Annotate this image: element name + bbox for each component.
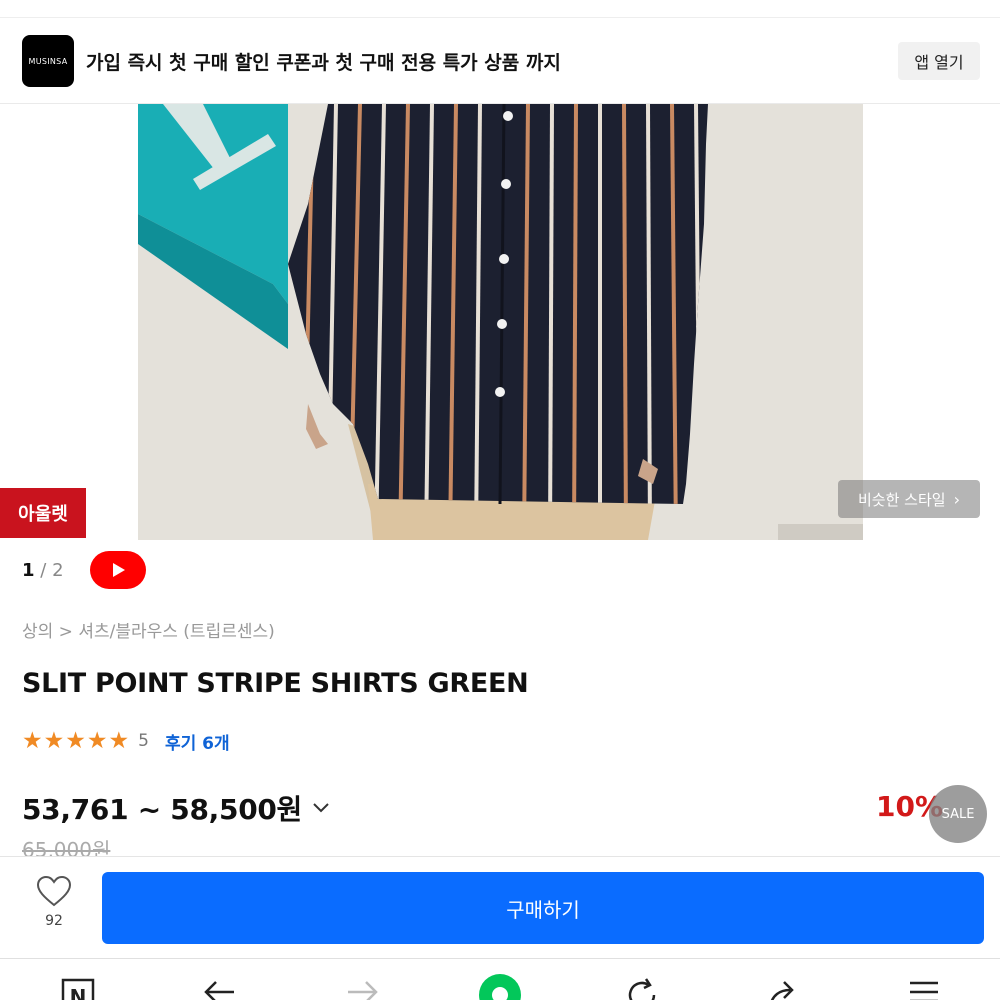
star-rating-icon: ★★★★★ — [22, 728, 131, 754]
heart-icon — [36, 875, 72, 907]
sale-floating-button[interactable]: SALE — [929, 785, 987, 843]
purchase-button[interactable]: 구매하기 — [102, 872, 984, 944]
purchase-bar: 92 구매하기 — [0, 856, 1000, 960]
open-app-button[interactable]: 앱 열기 — [898, 42, 980, 80]
refresh-icon[interactable] — [620, 977, 664, 1000]
play-icon — [113, 563, 125, 577]
naver-n-icon[interactable]: N — [56, 977, 100, 1000]
category-breadcrumb[interactable]: 상의 > 셔츠/블라우스 (트립르센스) — [22, 617, 275, 642]
back-arrow-icon[interactable] — [198, 977, 242, 1000]
outlet-badge[interactable]: 아울렛 — [0, 488, 86, 538]
like-count: 92 — [45, 913, 63, 929]
youtube-play-button[interactable] — [90, 551, 146, 589]
similar-style-label: 비슷한 스타일 — [858, 490, 946, 509]
menu-icon[interactable] — [902, 977, 946, 1000]
rating-score: 5 — [138, 731, 149, 751]
browser-bottom-nav: N — [0, 958, 1000, 1000]
musinsa-logo[interactable]: MUSINSA — [22, 35, 74, 87]
pager-current: 1 — [22, 560, 35, 581]
browser-top-strip — [0, 0, 1000, 18]
promo-text[interactable]: 가입 즉시 첫 구매 할인 쿠폰과 첫 구매 전용 특가 상품 까지 — [86, 48, 561, 75]
green-dot-icon[interactable] — [478, 973, 522, 1000]
app-promo-banner: MUSINSA 가입 즉시 첫 구매 할인 쿠폰과 첫 구매 전용 특가 상품 … — [0, 18, 1000, 104]
product-photo — [138, 104, 863, 540]
chevron-down-icon[interactable] — [312, 798, 330, 819]
share-icon[interactable] — [760, 977, 804, 1000]
forward-arrow-icon[interactable] — [340, 977, 384, 1000]
pager-total: 2 — [52, 560, 64, 581]
pager-separator: / — [40, 560, 47, 581]
product-image[interactable] — [138, 104, 863, 540]
price-range: 53,761 ~ 58,500원 — [22, 793, 303, 826]
similar-style-button[interactable]: 비슷한 스타일 › — [838, 480, 980, 518]
rating-row: ★★★★★ 5 후기 6개 — [22, 728, 230, 754]
svg-text:N: N — [70, 985, 87, 1000]
price-row[interactable]: 53,761 ~ 58,500원 — [22, 788, 330, 828]
product-title: SLIT POINT STRIPE SHIRTS GREEN — [22, 668, 529, 699]
chevron-right-icon: › — [953, 489, 960, 509]
reviews-link[interactable]: 후기 6개 — [165, 729, 230, 754]
like-button[interactable]: 92 — [22, 875, 86, 945]
image-pager: 1 / 2 — [22, 560, 64, 581]
